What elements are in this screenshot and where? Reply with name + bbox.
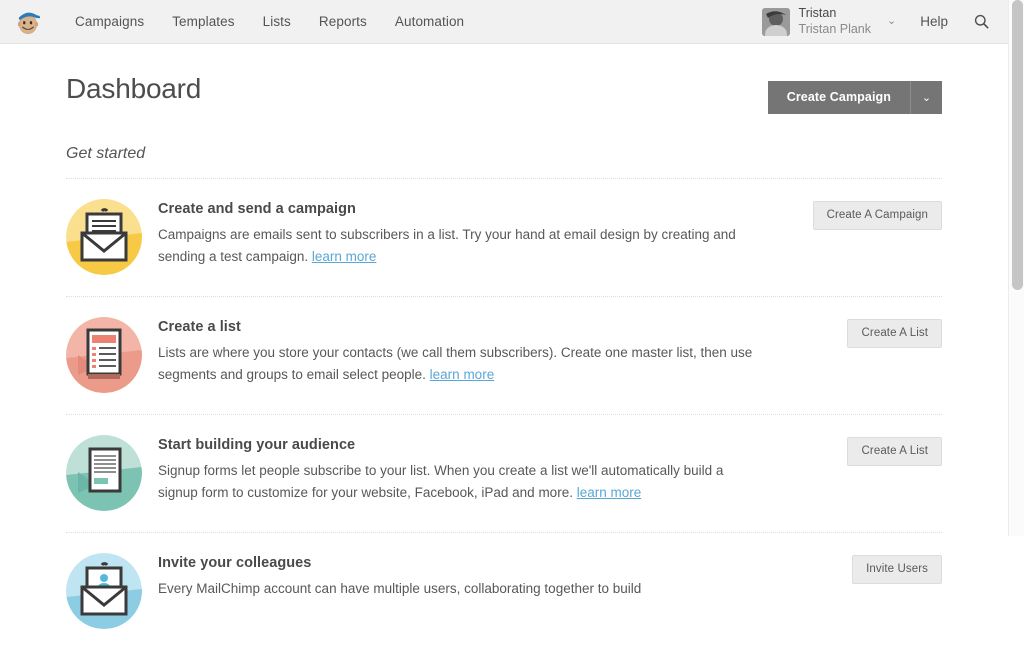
learn-more-link[interactable]: learn more <box>430 367 495 382</box>
nav-link-automation[interactable]: Automation <box>381 8 478 35</box>
create-a-campaign-button[interactable]: Create A Campaign <box>812 201 942 230</box>
list-item-title: Create a list <box>158 319 241 335</box>
envelope-letter-icon <box>66 199 142 275</box>
nav-link-lists[interactable]: Lists <box>249 8 305 35</box>
main-content: Dashboard Create Campaign ⌄ Get started <box>0 44 1008 650</box>
nav-link-reports[interactable]: Reports <box>305 8 381 35</box>
vertical-scrollbar[interactable] <box>1008 0 1024 536</box>
list-item: Create and send a campaign Campaigns are… <box>66 179 942 297</box>
list-item-body: Invite your colleagues Every MailChimp a… <box>158 553 758 600</box>
user-menu[interactable]: Tristan Tristan Plank <box>799 6 871 37</box>
mailchimp-freddie-logo[interactable] <box>13 7 43 37</box>
create-a-list-button[interactable]: Create A List <box>847 319 942 348</box>
list-item-description: Every MailChimp account can have multipl… <box>158 578 758 600</box>
search-icon[interactable] <box>964 7 998 37</box>
list-item-body: Create and send a campaign Campaigns are… <box>158 199 758 268</box>
nav-link-templates[interactable]: Templates <box>158 8 248 35</box>
list-item-action: Create A List <box>847 317 942 348</box>
list-item: Start building your audience Signup form… <box>66 415 942 533</box>
list-item-description: Signup forms let people subscribe to you… <box>158 460 758 504</box>
create-a-list-button[interactable]: Create A List <box>847 437 942 466</box>
avatar[interactable] <box>761 7 790 36</box>
invite-users-button[interactable]: Invite Users <box>852 555 942 584</box>
list-item-description: Campaigns are emails sent to subscribers… <box>158 224 758 268</box>
nav-right-group: Tristan Tristan Plank ⌄ Help <box>761 6 1008 37</box>
user-fullname: Tristan Plank <box>798 21 872 36</box>
primary-nav-links: Campaigns Templates Lists Reports Automa… <box>61 8 478 35</box>
create-campaign-split-button: Create Campaign ⌄ <box>767 81 942 114</box>
list-item-action: Create A List <box>847 435 942 466</box>
list-item-title: Invite your colleagues <box>158 555 312 571</box>
top-navigation-bar: Campaigns Templates Lists Reports Automa… <box>0 0 1008 44</box>
list-document-icon <box>66 317 142 393</box>
page-header: Dashboard Create Campaign ⌄ <box>66 44 942 114</box>
list-item-action: Invite Users <box>852 553 942 584</box>
list-item: Invite your colleagues Every MailChimp a… <box>66 533 942 650</box>
list-item-body: Create a list Lists are where you store … <box>158 317 758 386</box>
list-item-body: Start building your audience Signup form… <box>158 435 758 504</box>
help-link[interactable]: Help <box>910 8 958 35</box>
list-item-description-text: Every MailChimp account can have multipl… <box>158 581 642 596</box>
list-item-description: Lists are where you store your contacts … <box>158 342 758 386</box>
nav-link-campaigns[interactable]: Campaigns <box>61 8 158 35</box>
scrollbar-thumb[interactable] <box>1012 0 1023 290</box>
chevron-down-icon[interactable]: ⌄ <box>887 16 896 27</box>
envelope-user-icon <box>66 553 142 629</box>
learn-more-link[interactable]: learn more <box>312 249 377 264</box>
list-item: Create a list Lists are where you store … <box>66 297 942 415</box>
learn-more-link[interactable]: learn more <box>577 485 642 500</box>
section-label-get-started: Get started <box>66 145 146 162</box>
page-title: Dashboard <box>66 73 202 104</box>
signup-form-icon <box>66 435 142 511</box>
get-started-list: Create and send a campaign Campaigns are… <box>66 178 942 650</box>
list-item-description-text: Campaigns are emails sent to subscribers… <box>158 227 736 264</box>
create-campaign-dropdown-chevron-down-icon[interactable]: ⌄ <box>911 81 942 114</box>
list-item-title: Start building your audience <box>158 437 356 453</box>
create-campaign-button[interactable]: Create Campaign <box>767 81 911 114</box>
list-item-action: Create A Campaign <box>812 199 942 230</box>
user-username: Tristan <box>798 6 837 21</box>
list-item-title: Create and send a campaign <box>158 201 356 217</box>
